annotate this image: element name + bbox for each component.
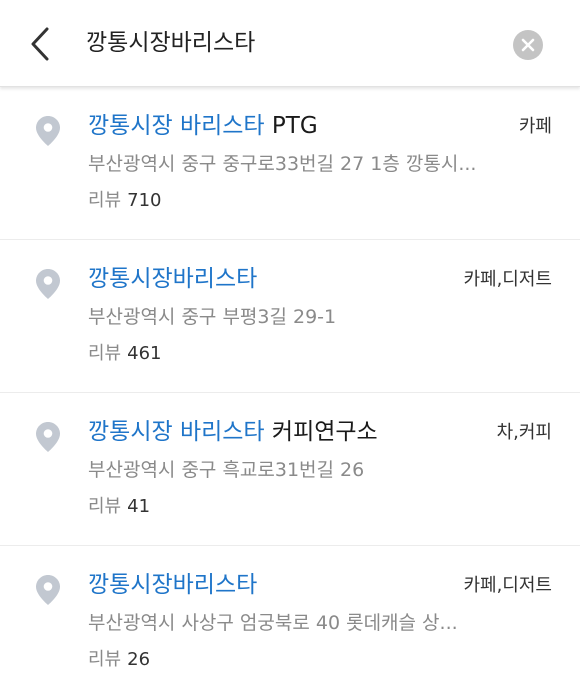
result-item[interactable]: 깡통시장 바리스타 PTG 카페 부산광역시 중구 중구로33번길 27 1층 … (0, 87, 580, 240)
search-bar (0, 0, 580, 87)
location-pin-icon (36, 422, 60, 452)
result-review: 리뷰 461 (88, 342, 161, 366)
back-arrow-icon[interactable] (29, 26, 51, 62)
review-count: 461 (127, 343, 162, 364)
result-item[interactable]: 깡통시장바리스타 카페,디저트 부산광역시 사상구 엄궁북로 40 롯데캐슬 상… (0, 546, 580, 698)
result-address: 부산광역시 중구 부평3길 29-1 (88, 306, 337, 328)
search-results-screen: 깡통시장 바리스타 PTG 카페 부산광역시 중구 중구로33번길 27 1층 … (0, 0, 580, 698)
result-name-match: 깡통시장바리스타 (88, 572, 258, 598)
location-pin-icon (36, 575, 60, 605)
result-review: 리뷰 41 (88, 495, 150, 519)
result-category: 카페 (518, 116, 552, 137)
review-count: 26 (127, 649, 151, 670)
review-label: 리뷰 (88, 190, 122, 211)
result-name[interactable]: 깡통시장 바리스타 PTG (88, 111, 318, 141)
result-address: 부산광역시 중구 흑교로31번길 26 (88, 459, 365, 481)
result-name-match: 깡통시장 바리스타 (88, 419, 265, 445)
result-name[interactable]: 깡통시장바리스타 (88, 264, 257, 294)
result-category: 카페,디저트 (463, 575, 552, 596)
location-pin-icon (36, 269, 60, 299)
result-name-match: 깡통시장바리스타 (88, 266, 258, 292)
result-name[interactable]: 깡통시장바리스타 (88, 570, 257, 600)
review-label: 리뷰 (88, 649, 122, 670)
result-address: 부산광역시 중구 중구로33번길 27 1층 깡통시... (88, 153, 477, 175)
results-list: 깡통시장 바리스타 PTG 카페 부산광역시 중구 중구로33번길 27 1층 … (0, 87, 580, 698)
review-count: 710 (127, 190, 162, 211)
review-label: 리뷰 (88, 343, 122, 364)
result-name-rest: 커피연구소 (264, 419, 378, 445)
result-review: 리뷰 26 (88, 648, 150, 672)
back-button[interactable] (18, 22, 62, 66)
result-item[interactable]: 깡통시장 바리스타 커피연구소 차,커피 부산광역시 중구 흑교로31번길 26… (0, 393, 580, 546)
clear-x-icon[interactable] (521, 38, 535, 52)
result-address: 부산광역시 사상구 엄궁북로 40 롯데캐슬 상... (88, 612, 458, 634)
location-pin-icon (36, 116, 60, 146)
result-category: 카페,디저트 (463, 269, 552, 290)
result-name-rest: PTG (264, 113, 318, 139)
result-name[interactable]: 깡통시장 바리스타 커피연구소 (88, 417, 378, 447)
result-category: 차,커피 (496, 422, 552, 443)
review-count: 41 (127, 496, 151, 517)
search-input[interactable] (86, 20, 486, 66)
clear-search-button[interactable] (513, 30, 543, 60)
result-review: 리뷰 710 (88, 189, 161, 213)
review-label: 리뷰 (88, 496, 122, 517)
result-name-match: 깡통시장 바리스타 (88, 113, 265, 139)
result-item[interactable]: 깡통시장바리스타 카페,디저트 부산광역시 중구 부평3길 29-1 리뷰 461 (0, 240, 580, 393)
